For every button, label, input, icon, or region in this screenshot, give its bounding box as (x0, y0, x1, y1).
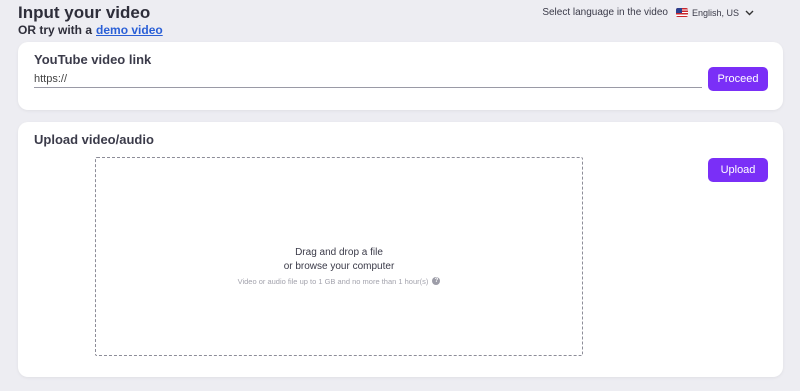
page-title: Input your video (18, 3, 151, 22)
language-selected: English, US (691, 7, 739, 18)
help-icon[interactable]: ? (432, 277, 441, 285)
dropzone-line-1: Drag and drop a file (295, 246, 383, 258)
chevron-down-icon (745, 8, 754, 18)
youtube-url-input[interactable] (34, 71, 702, 88)
us-flag-icon (675, 8, 688, 17)
file-dropzone[interactable]: Drag and drop a file or browse your comp… (95, 157, 583, 356)
demo-line: OR try with a demo video (18, 23, 163, 37)
language-label: Select language in the video (542, 7, 668, 18)
dropzone-hint: Video or audio file up to 1 GB and no mo… (238, 277, 441, 286)
proceed-button[interactable]: Proceed (708, 67, 768, 91)
youtube-card: YouTube video link Proceed (18, 42, 783, 110)
demo-video-link[interactable]: demo video (96, 23, 163, 37)
upload-card-title: Upload video/audio (34, 132, 154, 147)
youtube-card-title: YouTube video link (34, 52, 152, 67)
dropzone-hint-text: Video or audio file up to 1 GB and no mo… (237, 276, 429, 286)
language-area: Select language in the video English, US (542, 7, 754, 18)
upload-button[interactable]: Upload (708, 158, 768, 182)
language-select[interactable]: English, US (675, 7, 754, 18)
dropzone-line-2: or browse your computer (283, 260, 395, 272)
upload-card: Upload video/audio Drag and drop a file … (18, 122, 783, 377)
demo-prefix: OR try with a (18, 23, 93, 37)
